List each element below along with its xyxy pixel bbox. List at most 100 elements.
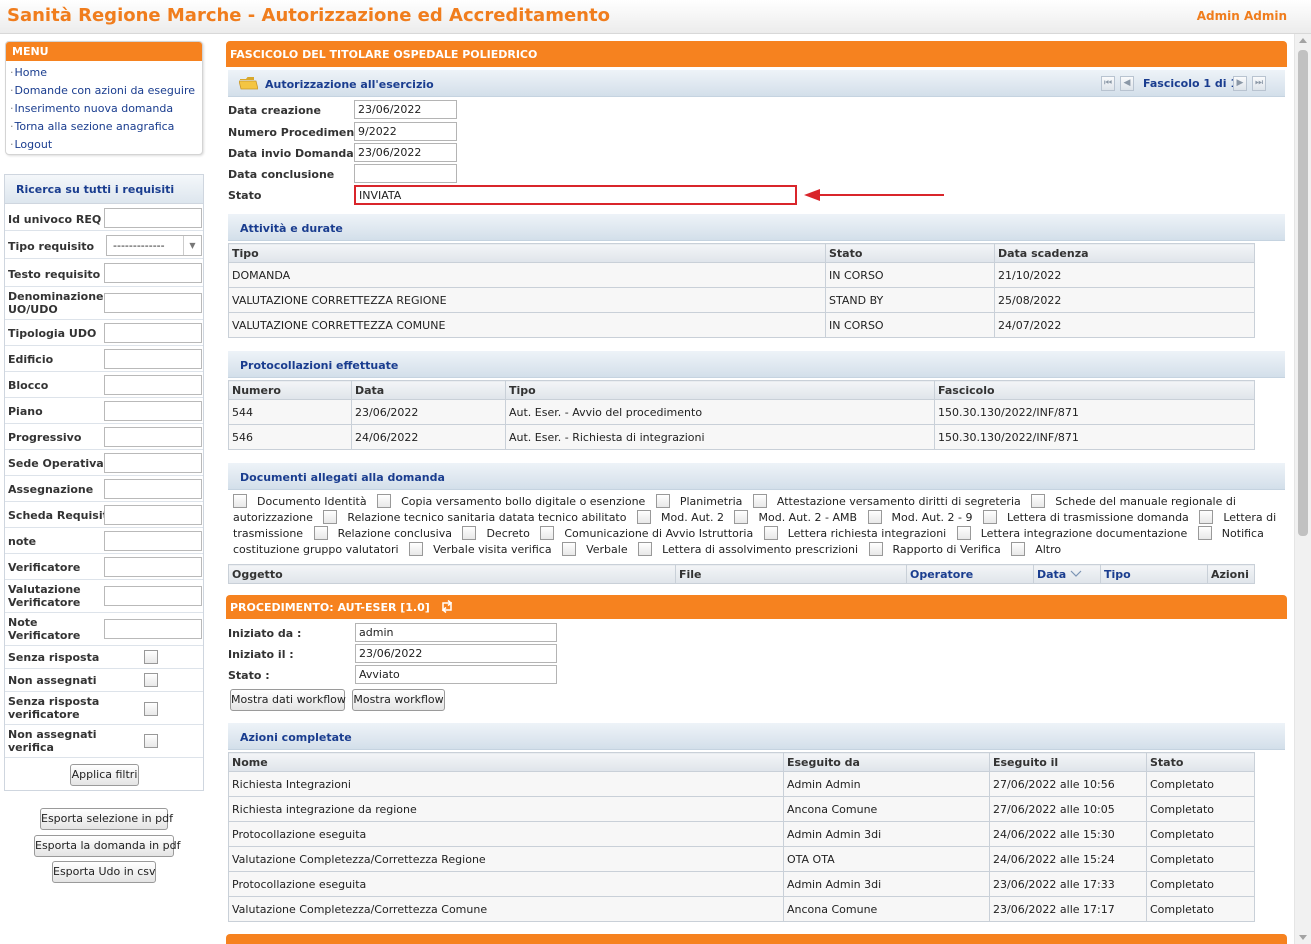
first-page-icon[interactable]: ⏮ [1101, 76, 1115, 91]
next-page-icon[interactable]: ▶ [1233, 76, 1247, 91]
page-scrollbar[interactable] [1294, 34, 1311, 944]
doc-type-checkbox[interactable] [734, 510, 749, 524]
doc-type-label: Mod. Aut. 2 [660, 511, 724, 524]
column-header: Stato [1146, 752, 1255, 772]
doc-type-checkbox[interactable] [323, 510, 338, 524]
scroll-up-icon[interactable] [1299, 38, 1307, 43]
assegnazione-input[interactable] [104, 479, 202, 499]
sort-data-header[interactable]: Data [1033, 564, 1101, 584]
data-invio-field[interactable]: 23/06/2022 [354, 143, 457, 162]
senza-risposta-checkbox[interactable] [144, 650, 158, 664]
non-assegnati-verifica-checkbox[interactable] [144, 734, 158, 748]
doc-type-checkbox[interactable] [540, 526, 555, 540]
sort-operatore-header[interactable]: Operatore [906, 564, 1034, 584]
refresh-icon[interactable] [440, 599, 454, 614]
numero-procedimento-label: Numero Procedimento [228, 126, 368, 139]
procedimento-title: PROCEDIMENTO: AUT-ESER [1.0] [230, 601, 430, 614]
doc-type-checkbox[interactable] [313, 526, 328, 540]
table-cell: 24/06/2022 alle 15:24 [989, 846, 1147, 872]
search-panel: Ricerca su tutti i requisiti Id univoco … [4, 174, 204, 791]
app-title: Sanità Regione Marche - Autorizzazione e… [7, 5, 610, 26]
doc-type-checkbox[interactable] [638, 542, 653, 556]
export-udo-csv-button[interactable]: Esporta Udo in csv [52, 861, 156, 883]
data-creazione-field[interactable]: 23/06/2022 [354, 100, 457, 119]
filter-label: Tipo requisito [8, 240, 95, 253]
iniziato-il-field[interactable]: 23/06/2022 [355, 644, 557, 663]
doc-type-checkbox[interactable] [233, 494, 247, 508]
denominazione-input[interactable] [104, 293, 202, 313]
tipo-requisito-select[interactable]: ------------- ▼ [106, 235, 202, 256]
senza-risposta-verificatore-checkbox[interactable] [144, 702, 158, 716]
doc-type-label: Verbale visita verifica [433, 543, 552, 556]
blocco-input[interactable] [104, 375, 202, 395]
doc-type-checkbox[interactable] [1199, 510, 1214, 524]
filter-label: Edificio [8, 353, 54, 366]
filter-row-id-univoco: Id univoco REQ [5, 205, 203, 231]
next-section-bar [226, 934, 1287, 944]
menu-item-nuova-domanda[interactable]: Inserimento nuova domanda [10, 100, 202, 118]
doc-type-checkbox[interactable] [868, 542, 883, 556]
doc-type-checkbox[interactable] [655, 494, 670, 508]
iniziato-da-field[interactable]: admin [355, 623, 557, 642]
progressivo-input[interactable] [104, 427, 202, 447]
filter-label: Note Verificatore [8, 616, 81, 642]
export-selection-pdf-button[interactable]: Esporta selezione in pdf [40, 808, 173, 830]
doc-type-checkbox[interactable] [1197, 526, 1212, 540]
doc-type-checkbox[interactable] [462, 526, 477, 540]
procedimento-stato-field[interactable]: Avviato [355, 665, 557, 684]
piano-input[interactable] [104, 401, 202, 421]
filter-row-progressivo: Progressivo [5, 424, 203, 450]
doc-type-checkbox[interactable] [956, 526, 971, 540]
prev-page-icon[interactable]: ◀ [1120, 76, 1134, 91]
stato-field[interactable]: INVIATA [354, 185, 797, 205]
valutazione-verificatore-input[interactable] [104, 586, 202, 606]
show-workflow-data-button[interactable]: Mostra dati workflow [230, 689, 346, 711]
tipologia-udo-input[interactable] [104, 323, 202, 343]
id-univoco-input[interactable] [104, 208, 202, 228]
sort-tipo-header[interactable]: Tipo [1100, 564, 1208, 584]
table-cell: DOMANDA [228, 262, 826, 288]
data-conclusione-field[interactable] [354, 164, 457, 183]
verificatore-input[interactable] [104, 557, 202, 577]
doc-type-checkbox[interactable] [636, 510, 651, 524]
table-row: Protocollazione eseguita Admin Admin 3di… [228, 821, 1255, 847]
edificio-input[interactable] [104, 349, 202, 369]
doc-type-checkbox[interactable] [1011, 542, 1026, 556]
doc-type-checkbox[interactable] [377, 494, 392, 508]
column-header: Eseguito da [783, 752, 990, 772]
numero-procedimento-field[interactable]: 9/2022 [354, 122, 457, 141]
attivita-section-bar: Attività e durate [228, 214, 1285, 241]
apply-filters-button[interactable]: Applica filtri [70, 764, 139, 786]
menu-item-logout[interactable]: Logout [10, 136, 202, 154]
scroll-thumb[interactable] [1298, 50, 1308, 536]
doc-type-checkbox[interactable] [409, 542, 424, 556]
testo-requisito-input[interactable] [104, 263, 202, 283]
non-assegnati-checkbox[interactable] [144, 673, 158, 687]
sede-operativa-input[interactable] [104, 453, 202, 473]
menu-item-anagrafica[interactable]: Torna alla sezione anagrafica [10, 118, 202, 136]
doc-type-label: Rapporto di Verifica [892, 543, 1001, 556]
last-page-icon[interactable]: ⏭ [1252, 76, 1266, 91]
doc-type-checkbox[interactable] [763, 526, 778, 540]
show-workflow-button[interactable]: Mostra workflow [352, 689, 445, 711]
user-name[interactable]: Admin Admin [1197, 9, 1287, 23]
doc-type-checkbox[interactable] [867, 510, 882, 524]
menu-item-home[interactable]: Home [10, 64, 202, 82]
note-verificatore-input[interactable] [104, 619, 202, 639]
section-title: Autorizzazione all'esercizio [265, 78, 434, 91]
export-domanda-pdf-button[interactable]: Esporta la domanda in pdf [34, 835, 180, 857]
note-input[interactable] [104, 531, 202, 551]
scheda-requisiti-input[interactable] [104, 505, 202, 525]
doc-type-checkbox[interactable] [562, 542, 577, 556]
filter-row-note-verificatore: Note Verificatore [5, 613, 203, 646]
menu-item-domande-azioni[interactable]: Domande con azioni da eseguire [10, 82, 202, 100]
filter-label: Piano [8, 405, 43, 418]
filter-label: Id univoco REQ [8, 213, 102, 226]
table-cell: Completato [1146, 846, 1255, 872]
doc-type-checkbox[interactable] [752, 494, 767, 508]
doc-type-checkbox[interactable] [982, 510, 997, 524]
table-cell: 150.30.130/2022/INF/871 [934, 424, 1255, 450]
doc-type-checkbox[interactable] [1031, 494, 1046, 508]
scroll-down-icon[interactable] [1299, 935, 1307, 940]
table-cell: Aut. Eser. - Richiesta di integrazioni [505, 424, 935, 450]
